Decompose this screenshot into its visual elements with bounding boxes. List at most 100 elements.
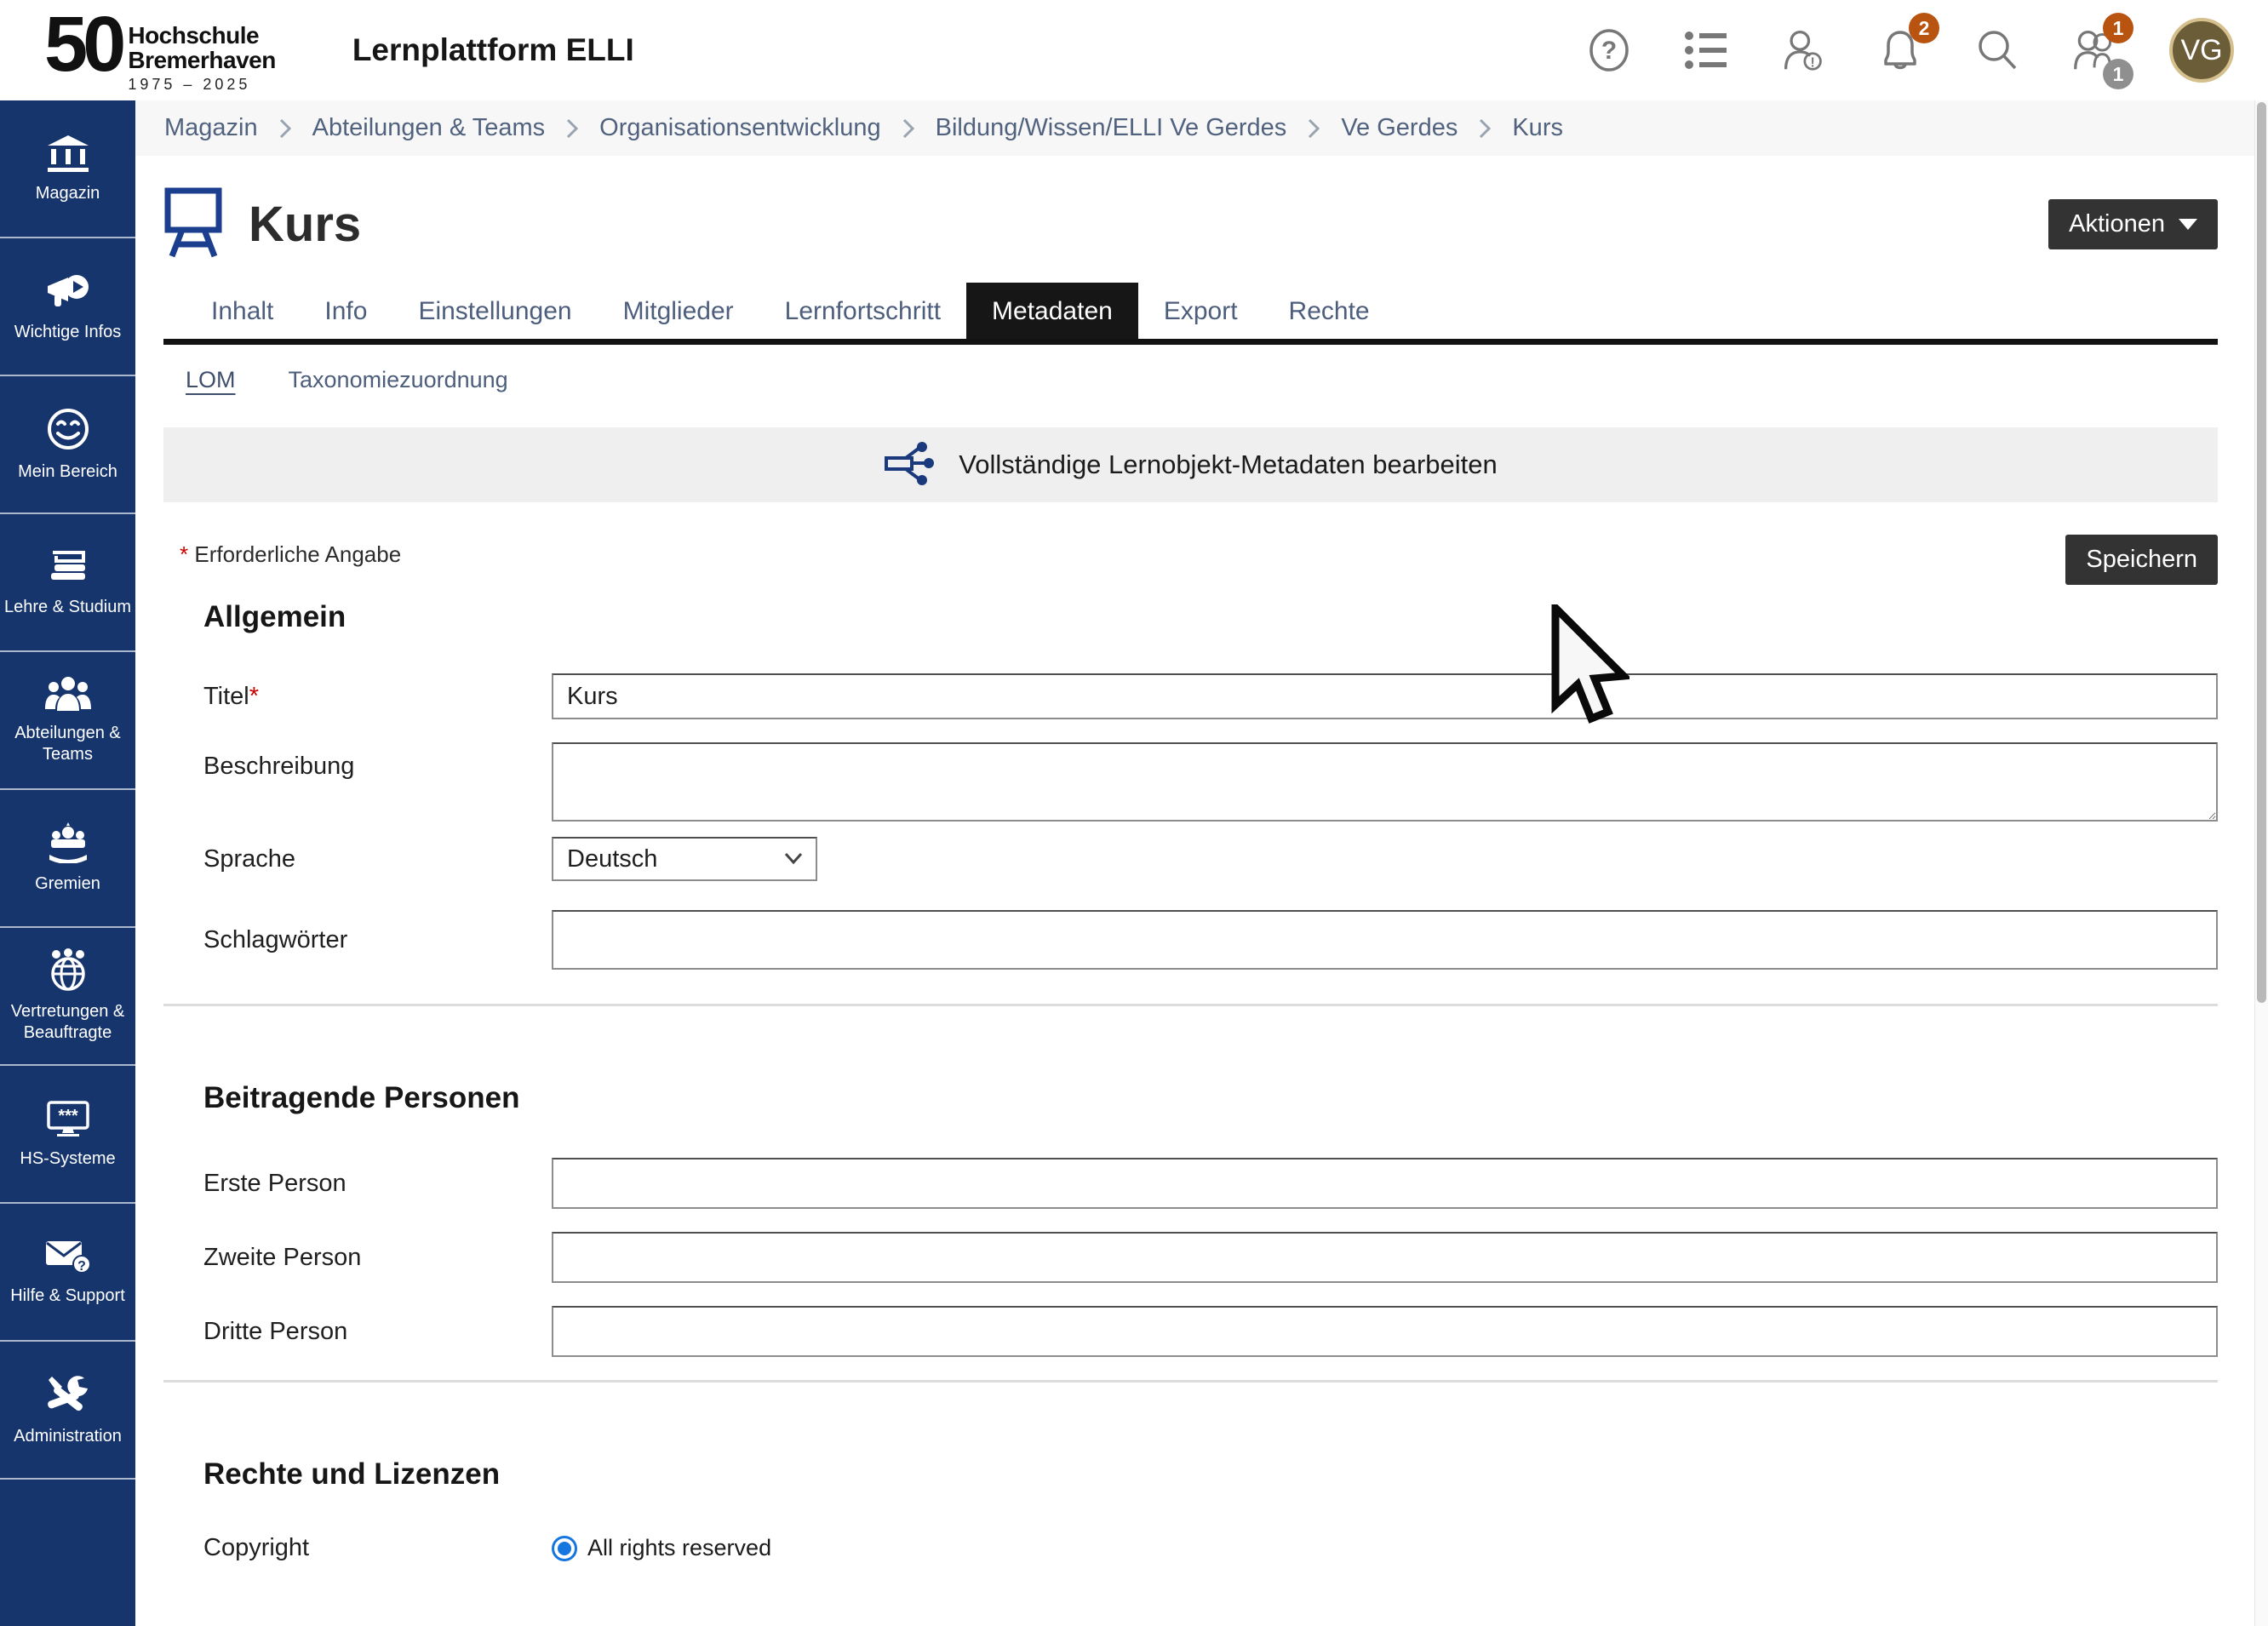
- smiley-icon: [46, 407, 90, 451]
- schlagwoerter-input[interactable]: [552, 910, 2218, 970]
- chevron-right-icon: [1307, 117, 1320, 140]
- tab-metadaten[interactable]: Metadaten: [966, 283, 1138, 339]
- page-title: Kurs: [249, 196, 361, 253]
- field-label-zweite-person: Zweite Person: [163, 1244, 552, 1272]
- sidebar-item-hilfe-support[interactable]: ? Hilfe & Support: [0, 1204, 135, 1342]
- required-asterisk: *: [180, 541, 188, 567]
- field-label-schlagwoerter: Schlagwörter: [163, 926, 552, 954]
- save-button-label: Speichern: [2086, 546, 2197, 574]
- breadcrumb-item[interactable]: Organisationsentwicklung: [599, 114, 880, 142]
- group-icon: [43, 675, 93, 713]
- tab-info[interactable]: Info: [299, 283, 392, 339]
- breadcrumb-item[interactable]: Kurs: [1512, 114, 1563, 142]
- zweite-person-input[interactable]: [552, 1232, 2218, 1283]
- monitor-icon: ***: [45, 1099, 91, 1138]
- erste-person-input[interactable]: [552, 1158, 2218, 1209]
- required-asterisk: *: [249, 683, 259, 710]
- svg-text:***: ***: [58, 1107, 78, 1125]
- list-icon[interactable]: [1684, 28, 1728, 72]
- breadcrumb-item[interactable]: Magazin: [164, 114, 258, 142]
- scrollbar-thumb[interactable]: [2257, 102, 2266, 1003]
- logo-years: 1975 – 2025: [128, 76, 275, 94]
- top-header: 50 Hochschule Bremerhaven 1975 – 2025 Le…: [0, 0, 2268, 100]
- sidebar-item-wichtige-infos[interactable]: Wichtige Infos: [0, 238, 135, 376]
- subtab-taxonomiezuordnung[interactable]: Taxonomiezuordnung: [289, 367, 508, 393]
- sidebar-item-abteilungen-teams[interactable]: Abteilungen & Teams: [0, 652, 135, 790]
- tab-export[interactable]: Export: [1138, 283, 1263, 339]
- bank-icon: [46, 134, 90, 173]
- chevron-right-icon: [902, 117, 915, 140]
- field-label-erste-person: Erste Person: [163, 1170, 552, 1198]
- sprache-select[interactable]: Deutsch: [552, 837, 817, 881]
- save-button[interactable]: Speichern: [2065, 535, 2218, 585]
- subtab-lom[interactable]: LOM: [186, 367, 236, 393]
- sidebar-item-label: HS-Systeme: [17, 1148, 117, 1170]
- app-title: Lernplattform ELLI: [352, 32, 634, 68]
- sidebar-item-mein-bereich[interactable]: Mein Bereich: [0, 376, 135, 514]
- notification-bell-icon[interactable]: 2: [1878, 28, 1922, 72]
- sidebar-item-label: Gremien: [32, 873, 103, 895]
- section-title-rechte-lizenzen: Rechte und Lizenzen: [163, 1457, 2218, 1491]
- copyright-radio-label: All rights reserved: [587, 1535, 771, 1561]
- vertical-scrollbar[interactable]: [2254, 100, 2268, 1626]
- sidebar-item-label: Mein Bereich: [15, 461, 120, 483]
- logo-line1: Hochschule: [128, 23, 275, 48]
- course-easel-icon: [163, 186, 223, 262]
- sidebar-item-label: Wichtige Infos: [12, 322, 124, 343]
- breadcrumb: Magazin Abteilungen & Teams Organisation…: [135, 100, 2268, 156]
- caret-down-icon: [2179, 219, 2197, 230]
- main-sidebar: Magazin Wichtige Infos Mein Bereich Lehr…: [0, 100, 135, 1626]
- sidebar-item-label: Lehre & Studium: [2, 597, 134, 618]
- tab-rechte[interactable]: Rechte: [1263, 283, 1395, 339]
- avatar[interactable]: VG: [2169, 18, 2234, 83]
- breadcrumb-item[interactable]: Ve Gerdes: [1341, 114, 1458, 142]
- tools-icon: [45, 1373, 91, 1416]
- titel-input[interactable]: [552, 673, 2218, 719]
- section-title-allgemein: Allgemein: [163, 600, 2218, 634]
- beschreibung-textarea[interactable]: [552, 742, 2218, 822]
- megaphone-icon: [44, 271, 92, 312]
- chevron-right-icon: [565, 117, 579, 140]
- sidebar-item-administration[interactable]: Administration: [0, 1342, 135, 1480]
- sidebar-item-label: Abteilungen & Teams: [0, 723, 135, 765]
- metadata-tree-icon: [884, 441, 935, 490]
- notification-badge: 2: [1909, 13, 1939, 43]
- breadcrumb-item[interactable]: Bildung/Wissen/ELLI Ve Gerdes: [936, 114, 1287, 142]
- sidebar-item-label: Administration: [11, 1426, 124, 1447]
- breadcrumb-item[interactable]: Abteilungen & Teams: [312, 114, 546, 142]
- tab-mitglieder[interactable]: Mitglieder: [598, 283, 759, 339]
- contacts-badge-bottom: 1: [2103, 59, 2133, 89]
- field-label-dritte-person: Dritte Person: [163, 1318, 552, 1346]
- help-icon[interactable]: ?: [1587, 28, 1631, 72]
- online-status-icon[interactable]: !: [1781, 28, 1825, 72]
- actions-button-label: Aktionen: [2069, 210, 2165, 238]
- dritte-person-input[interactable]: [552, 1306, 2218, 1357]
- svg-text:?: ?: [1601, 37, 1617, 65]
- svg-text:!: !: [1811, 56, 1815, 71]
- field-label-sprache: Sprache: [163, 845, 552, 873]
- sidebar-item-vertretungen[interactable]: Vertretungen & Beauftragte: [0, 928, 135, 1066]
- copyright-radio[interactable]: [552, 1536, 577, 1561]
- field-label-beschreibung: Beschreibung: [163, 742, 552, 781]
- logo-line2: Bremerhaven: [128, 48, 275, 72]
- sidebar-item-label: Magazin: [33, 183, 103, 204]
- required-note-text: Erforderliche Angabe: [194, 541, 401, 567]
- section-divider: [163, 1004, 2218, 1006]
- tab-einstellungen[interactable]: Einstellungen: [392, 283, 597, 339]
- chevron-right-icon: [278, 117, 292, 140]
- search-icon[interactable]: [1975, 28, 2019, 72]
- tab-lernfortschritt[interactable]: Lernfortschritt: [759, 283, 966, 339]
- subtab-bar: LOM Taxonomiezuordnung: [163, 367, 2218, 393]
- required-note: * Erforderliche Angabe: [163, 535, 401, 568]
- sidebar-item-label: Vertretungen & Beauftragte: [0, 1001, 135, 1044]
- contacts-icon[interactable]: 1 1: [2072, 28, 2116, 72]
- sidebar-item-lehre-studium[interactable]: Lehre & Studium: [0, 514, 135, 652]
- sidebar-item-hs-systeme[interactable]: *** HS-Systeme: [0, 1066, 135, 1204]
- sidebar-item-magazin[interactable]: Magazin: [0, 100, 135, 238]
- tab-inhalt[interactable]: Inhalt: [186, 283, 299, 339]
- edit-full-metadata-banner[interactable]: Vollständige Lernobjekt-Metadaten bearbe…: [163, 427, 2218, 502]
- actions-button[interactable]: Aktionen: [2048, 199, 2218, 249]
- mail-help-icon: ?: [44, 1238, 92, 1275]
- sidebar-item-gremien[interactable]: Gremien: [0, 790, 135, 928]
- chevron-right-icon: [1478, 117, 1492, 140]
